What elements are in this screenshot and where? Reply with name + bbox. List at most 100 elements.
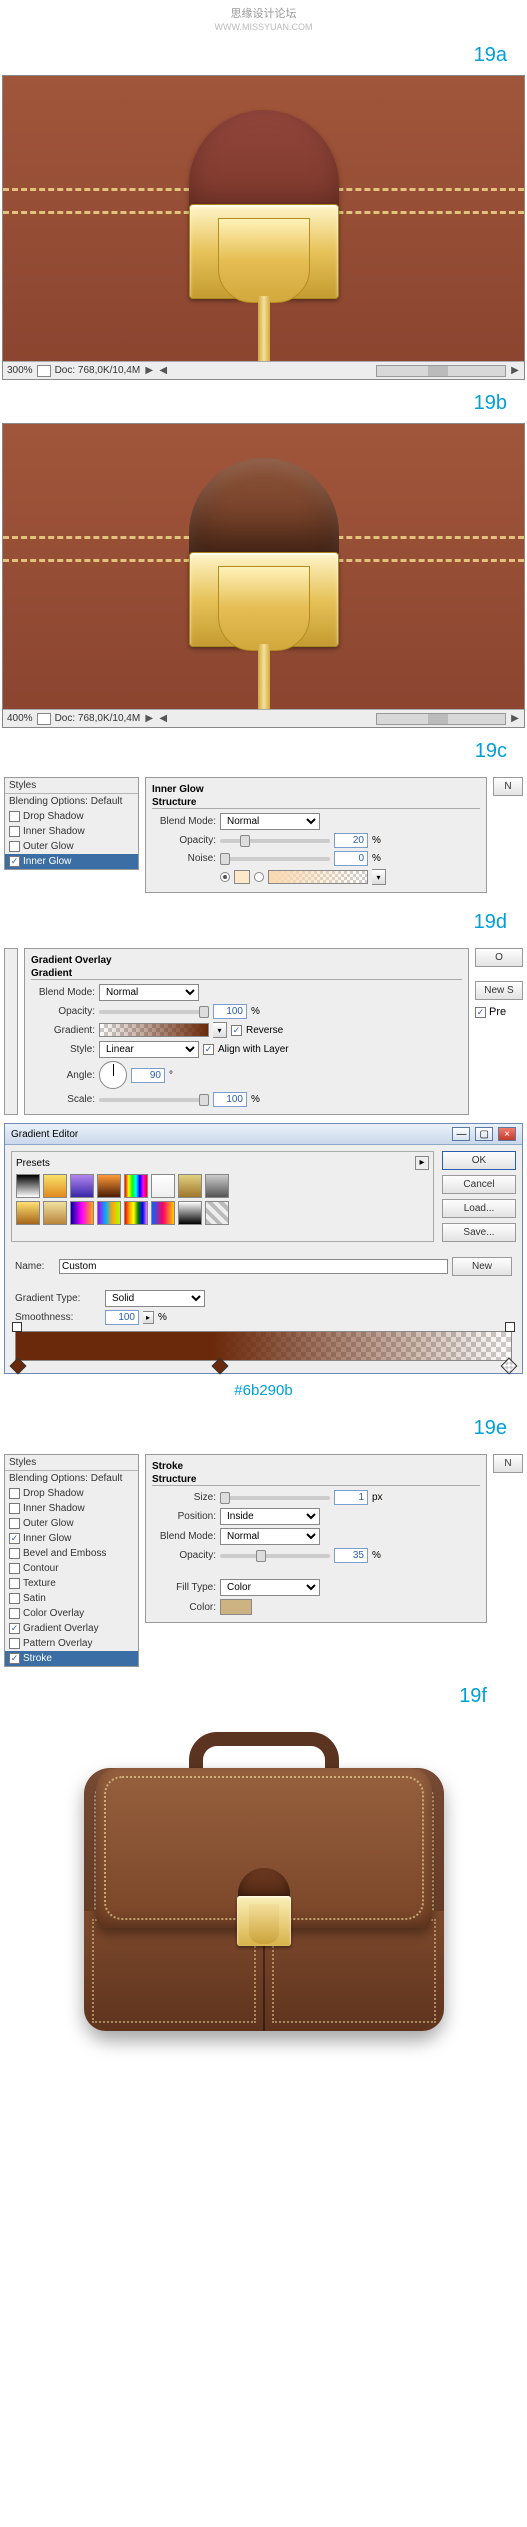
glow-gradient-radio[interactable]: [254, 872, 264, 882]
stroke-color-swatch[interactable]: [220, 1599, 252, 1615]
gradient-preset[interactable]: [43, 1174, 67, 1198]
doc-info-icon[interactable]: [37, 365, 51, 377]
gradient-preset[interactable]: [70, 1174, 94, 1198]
new-style-button-partial[interactable]: New S: [475, 981, 523, 1000]
gradient-preset[interactable]: [178, 1174, 202, 1198]
style-item[interactable]: Pattern Overlay: [5, 1636, 138, 1651]
style-item[interactable]: Bevel and Emboss: [5, 1546, 138, 1561]
gradient-name-input[interactable]: [59, 1259, 448, 1274]
style-checkbox[interactable]: [9, 811, 20, 822]
style-checkbox[interactable]: [9, 1503, 20, 1514]
save-button[interactable]: Save...: [442, 1223, 516, 1242]
blend-mode-select[interactable]: Normal: [99, 984, 199, 1001]
size-value[interactable]: 1: [334, 1490, 368, 1505]
glow-color-radio[interactable]: [220, 872, 230, 882]
gradient-preset[interactable]: [43, 1201, 67, 1225]
fill-type-select[interactable]: Color: [220, 1579, 320, 1596]
arrow-right-icon[interactable]: ▶: [144, 365, 154, 376]
glow-gradient-swatch[interactable]: [268, 870, 368, 884]
style-checkbox[interactable]: [9, 1653, 20, 1664]
preview-checkbox[interactable]: [475, 1007, 486, 1018]
gradient-preset[interactable]: [124, 1201, 148, 1225]
scale-slider[interactable]: [99, 1098, 209, 1102]
blend-mode-select[interactable]: Normal: [220, 813, 320, 830]
scroll-right-icon[interactable]: ▶: [510, 365, 520, 376]
style-checkbox[interactable]: [9, 1623, 20, 1634]
style-checkbox[interactable]: [9, 1593, 20, 1604]
style-item[interactable]: Blending Options: Default: [5, 794, 138, 809]
scroll-left-icon[interactable]: ◀: [158, 713, 168, 724]
style-checkbox[interactable]: [9, 826, 20, 837]
window-minimize-icon[interactable]: —: [452, 1127, 470, 1141]
style-checkbox[interactable]: [9, 1578, 20, 1589]
style-item[interactable]: Inner Glow: [5, 854, 138, 869]
load-button[interactable]: Load...: [442, 1199, 516, 1218]
gradient-preset[interactable]: [70, 1201, 94, 1225]
style-checkbox[interactable]: [9, 1488, 20, 1499]
gradient-preset[interactable]: [16, 1174, 40, 1198]
style-item[interactable]: Stroke: [5, 1651, 138, 1666]
align-checkbox[interactable]: [203, 1044, 214, 1055]
arrow-right-icon[interactable]: ▶: [144, 713, 154, 724]
gradient-preset[interactable]: [97, 1201, 121, 1225]
style-checkbox[interactable]: [9, 1563, 20, 1574]
ok-button[interactable]: OK: [442, 1151, 516, 1170]
angle-dial[interactable]: [99, 1061, 127, 1089]
opacity-value[interactable]: 20: [334, 833, 368, 848]
style-checkbox[interactable]: [9, 856, 20, 867]
horizontal-scrollbar[interactable]: [376, 713, 506, 725]
blend-mode-select[interactable]: Normal: [220, 1528, 320, 1545]
gradient-picker-icon[interactable]: ▾: [213, 1022, 227, 1038]
smoothness-value[interactable]: 100: [105, 1310, 139, 1325]
style-item[interactable]: Inner Shadow: [5, 824, 138, 839]
style-item[interactable]: Blending Options: Default: [5, 1471, 138, 1486]
side-button[interactable]: N: [493, 777, 523, 796]
color-stop-right[interactable]: [501, 1358, 518, 1375]
new-button[interactable]: New: [452, 1257, 512, 1276]
opacity-stop-left[interactable]: [12, 1322, 22, 1332]
opacity-value[interactable]: 35: [334, 1548, 368, 1563]
gradient-preset[interactable]: [16, 1201, 40, 1225]
style-item[interactable]: Inner Shadow: [5, 1501, 138, 1516]
opacity-value[interactable]: 100: [213, 1004, 247, 1019]
gradient-preset[interactable]: [151, 1174, 175, 1198]
zoom-level[interactable]: 400%: [7, 713, 33, 724]
side-button[interactable]: N: [493, 1454, 523, 1473]
smoothness-dropdown-icon[interactable]: ▸: [143, 1311, 154, 1324]
style-checkbox[interactable]: [9, 1518, 20, 1529]
gradient-dropdown-icon[interactable]: ▾: [372, 869, 386, 885]
reverse-checkbox[interactable]: [231, 1025, 242, 1036]
style-checkbox[interactable]: [9, 1533, 20, 1544]
style-item[interactable]: Contour: [5, 1561, 138, 1576]
gradient-preview-small[interactable]: [99, 1023, 209, 1037]
style-item[interactable]: Inner Glow: [5, 1531, 138, 1546]
horizontal-scrollbar[interactable]: [376, 365, 506, 377]
gradient-preset[interactable]: [205, 1201, 229, 1225]
zoom-level[interactable]: 300%: [7, 365, 33, 376]
window-close-icon[interactable]: ×: [498, 1127, 516, 1141]
style-item[interactable]: Drop Shadow: [5, 1486, 138, 1501]
position-select[interactable]: Inside: [220, 1508, 320, 1525]
angle-value[interactable]: 90: [131, 1068, 165, 1083]
style-checkbox[interactable]: [9, 1638, 20, 1649]
opacity-stop-right[interactable]: [505, 1322, 515, 1332]
style-item[interactable]: Gradient Overlay: [5, 1621, 138, 1636]
style-item[interactable]: Outer Glow: [5, 1516, 138, 1531]
gradient-preset[interactable]: [205, 1174, 229, 1198]
color-stop-left[interactable]: [10, 1358, 27, 1375]
style-checkbox[interactable]: [9, 1608, 20, 1619]
gradient-preset[interactable]: [124, 1174, 148, 1198]
gradient-bar[interactable]: [15, 1331, 512, 1361]
glow-color-swatch[interactable]: [234, 870, 250, 884]
scale-value[interactable]: 100: [213, 1092, 247, 1107]
color-stop-mid[interactable]: [212, 1358, 229, 1375]
style-select[interactable]: Linear: [99, 1041, 199, 1058]
noise-slider[interactable]: [220, 857, 330, 861]
style-checkbox[interactable]: [9, 841, 20, 852]
size-slider[interactable]: [220, 1496, 330, 1500]
scroll-left-icon[interactable]: ◀: [158, 365, 168, 376]
scroll-right-icon[interactable]: ▶: [510, 713, 520, 724]
cancel-button[interactable]: Cancel: [442, 1175, 516, 1194]
style-item[interactable]: Texture: [5, 1576, 138, 1591]
noise-value[interactable]: 0: [334, 851, 368, 866]
